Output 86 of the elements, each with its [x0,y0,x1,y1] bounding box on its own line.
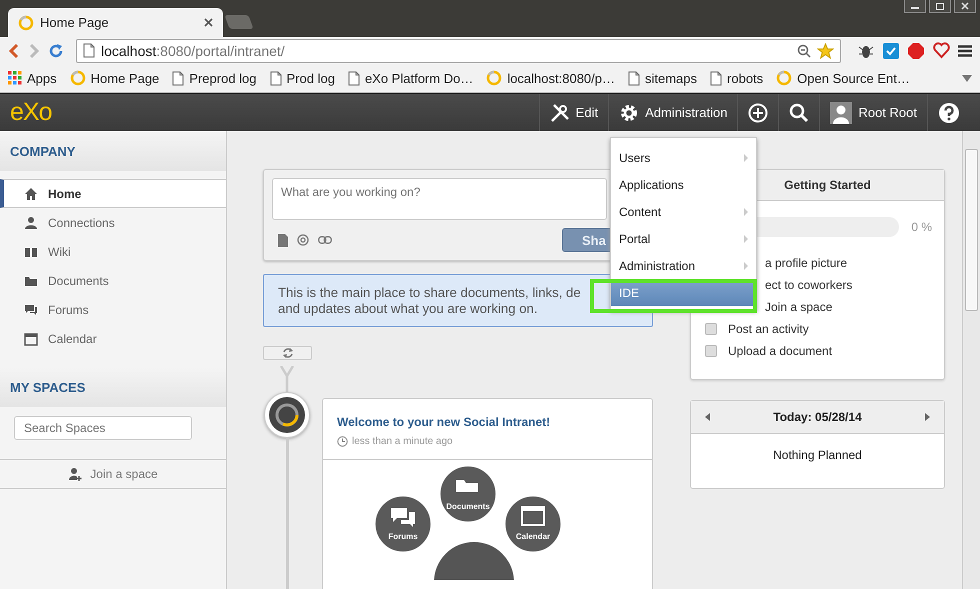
search-icon [789,102,810,122]
task-label: ect to coworkers [765,278,852,292]
clock-icon [337,436,348,447]
heart-icon[interactable] [933,42,950,59]
link-icon[interactable] [318,236,332,244]
checkbox[interactable] [705,322,717,334]
close-icon[interactable] [204,18,213,27]
menu-item[interactable]: Administration [611,252,756,279]
info-text: and updates about what you are working on. [278,301,538,316]
help-icon [938,102,960,124]
nav-item[interactable]: Home [0,179,226,208]
activity-time: less than a minute ago [352,436,453,447]
url-text: localhost:8080/portal/intranet/ [101,42,285,58]
site-ring-icon [70,70,86,86]
page-icon [83,43,95,58]
reload-icon[interactable] [48,42,64,58]
bookmark[interactable]: eXo Platform Do… [348,70,474,86]
bookmark[interactable]: localhost:8080/p… [486,70,615,86]
nav-item[interactable]: Forums [0,295,226,324]
scrollbar[interactable] [962,131,980,589]
tools-icon [550,102,570,122]
site-ring-icon [776,70,792,86]
bookmark[interactable]: sitemaps [628,70,698,86]
bookmark[interactable]: Preprod log [172,70,257,86]
activity-title[interactable]: Welcome to your new Social Intranet! [337,415,638,429]
bookmark[interactable]: Home Page [70,70,160,86]
page-icon [270,70,282,86]
menu-item[interactable]: Users [611,144,756,171]
app-label: Documents [446,502,490,511]
person-icon [24,216,38,230]
bookmark[interactable]: Open Source Ent… [776,70,910,86]
chevron-down-icon[interactable] [962,74,972,82]
close-icon [961,2,969,10]
chat-bubbles-icon [24,302,38,316]
bookmark[interactable]: Prod log [270,70,335,86]
page-icon [172,70,184,86]
app-label: Calendar [516,532,550,541]
maximize-icon [936,2,944,10]
calendar-date: Today: 05/28/14 [773,410,862,424]
checkbox-extension-icon[interactable] [883,42,899,58]
browser-tab[interactable]: Home Page [8,8,223,37]
task-label: Join a space [765,300,832,314]
info-text: This is the main place to share documents, links, de [278,285,581,300]
tab-title: Home Page [40,15,110,30]
plus-circle-icon [748,102,768,122]
refresh-button[interactable] [263,346,312,360]
checkbox[interactable] [705,344,717,356]
task-label: Post an activity [728,322,809,336]
minimize-button[interactable] [904,0,926,13]
nav-item[interactable]: Wiki [0,237,226,266]
site-ring-icon [486,70,502,86]
progress-percent: 0 % [911,220,932,234]
page-icon [628,70,640,86]
refresh-icon [282,347,294,359]
calendar-empty-text: Nothing Planned [772,448,863,462]
next-icon[interactable] [925,413,930,421]
file-icon[interactable] [278,234,288,246]
status-input-field[interactable]: What are you working on? [272,178,607,220]
apps-grid-icon [8,71,22,85]
search-spaces-field[interactable]: Search Spaces [14,416,192,440]
home-icon [24,186,38,200]
menu-item[interactable]: Content [611,198,756,225]
page-icon [348,70,360,86]
zoom-out-icon[interactable] [797,44,811,58]
logo[interactable]: eXo [10,98,52,127]
nav-item[interactable]: Connections [0,208,226,237]
bookmark[interactable]: Apps [8,70,57,86]
address-bar[interactable]: localhost:8080/portal/intranet/ [76,38,841,62]
bookmark[interactable]: robots [710,70,764,86]
calendar-icon [24,332,38,346]
close-window-button[interactable] [954,0,976,13]
menu-icon[interactable] [958,44,972,56]
star-icon[interactable] [817,42,834,58]
avatar-icon [830,102,852,124]
site-ring-icon [18,14,34,30]
task-label: Upload a document [728,344,832,358]
join-space-link[interactable]: Join a space [0,459,226,489]
page-icon [710,70,722,86]
gear-icon [619,102,640,122]
app-label: Forums [388,532,418,541]
nav-item[interactable]: Documents [0,266,226,295]
nav-item[interactable]: Calendar [0,324,226,353]
add-person-icon [68,467,82,481]
task-label: a profile picture [765,256,848,270]
maximize-button[interactable] [929,0,951,13]
previous-icon[interactable] [705,413,710,421]
